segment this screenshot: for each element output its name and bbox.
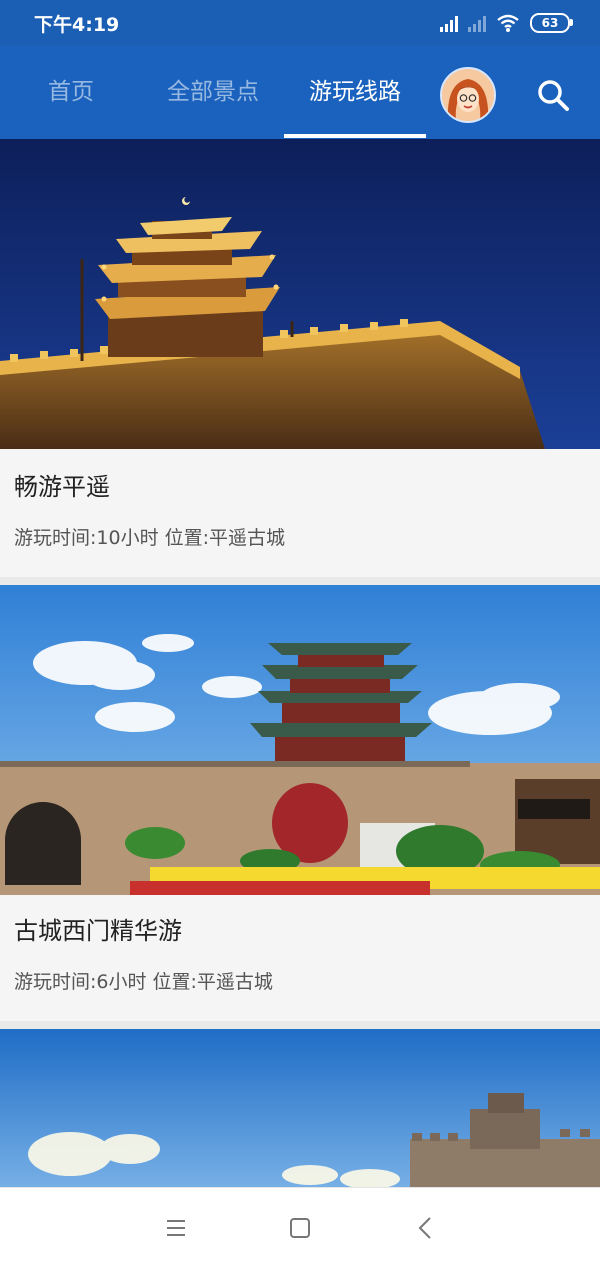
route-list: 畅游平遥 游玩时间:10小时 位置:平遥古城 古城西门精华游 游玩时间:6小时 … xyxy=(0,139,600,1187)
city-wall-photo xyxy=(0,1029,600,1187)
search-icon[interactable] xyxy=(536,78,570,112)
tab-tour-routes[interactable]: 游玩线路 xyxy=(284,46,426,139)
route-card[interactable] xyxy=(0,1029,600,1187)
route-card[interactable]: 畅游平遥 游玩时间:10小时 位置:平遥古城 xyxy=(0,139,600,577)
route-title: 畅游平遥 xyxy=(14,473,110,501)
night-gate-tower-photo xyxy=(0,139,600,449)
status-bar: 下午4:19 63 xyxy=(0,0,600,46)
app-bar: 首页 全部景点 游玩线路 xyxy=(0,46,600,139)
status-time: 下午4:19 xyxy=(34,14,120,36)
battery-level: 63 xyxy=(541,16,559,30)
status-icons: 63 xyxy=(440,12,573,34)
signal-icon-secondary xyxy=(468,14,486,32)
route-title: 古城西门精华游 xyxy=(14,917,182,945)
tab-all-attractions-label: 全部景点 xyxy=(167,79,259,105)
tab-home-label: 首页 xyxy=(48,79,94,105)
menu-icon[interactable] xyxy=(158,1210,194,1246)
wifi-icon xyxy=(497,14,519,32)
avatar[interactable] xyxy=(440,67,496,123)
tab-home[interactable]: 首页 xyxy=(20,46,122,139)
back-icon[interactable] xyxy=(408,1210,444,1246)
route-meta: 游玩时间:6小时 位置:平遥古城 xyxy=(14,971,273,993)
tab-tour-routes-label: 游玩线路 xyxy=(309,79,401,105)
route-card[interactable]: 古城西门精华游 游玩时间:6小时 位置:平遥古城 xyxy=(0,585,600,1021)
active-tab-indicator xyxy=(284,134,426,138)
battery-icon: 63 xyxy=(530,13,573,33)
route-meta: 游玩时间:10小时 位置:平遥古城 xyxy=(14,527,286,549)
tab-all-attractions[interactable]: 全部景点 xyxy=(152,46,274,139)
system-nav-bar xyxy=(0,1187,600,1268)
home-icon[interactable] xyxy=(282,1210,318,1246)
west-gate-daytime-photo xyxy=(0,585,600,895)
signal-icon xyxy=(440,14,458,32)
